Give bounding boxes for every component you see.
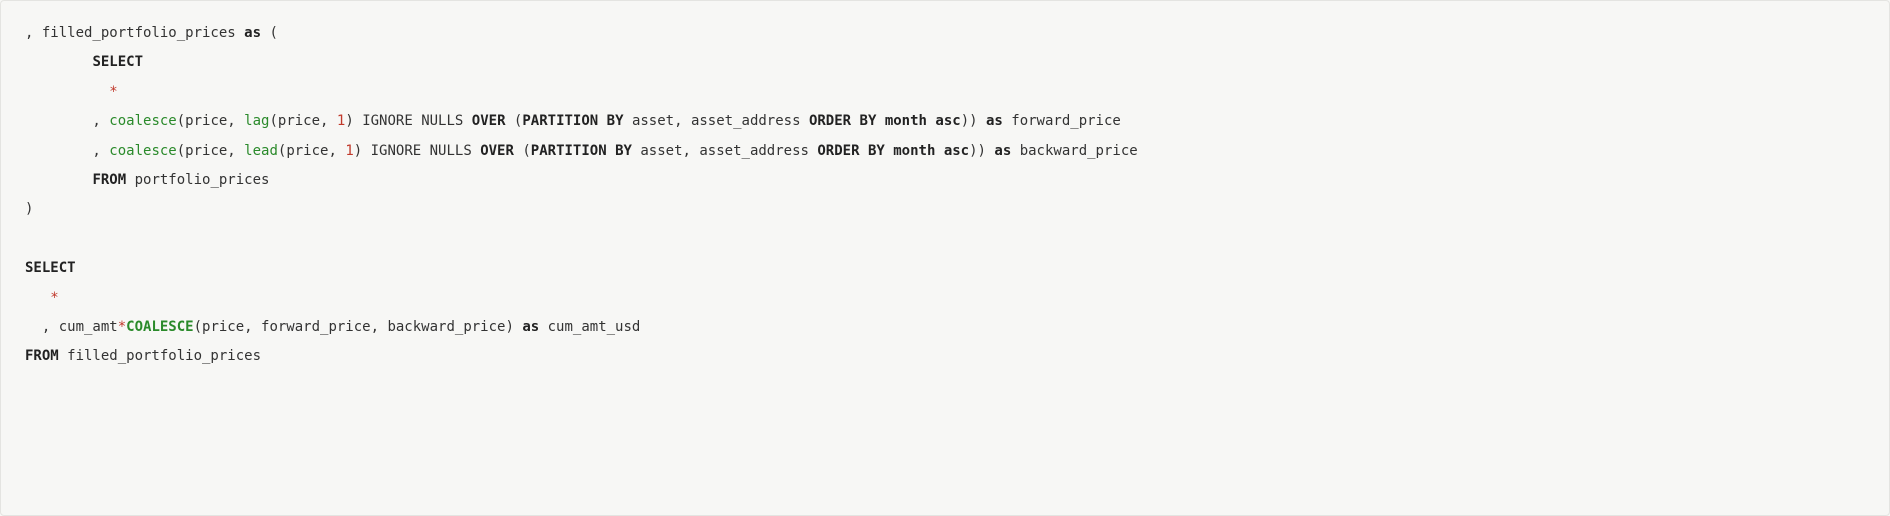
code-token: asset, asset_address: [632, 143, 817, 159]
code-token: lead: [244, 143, 278, 159]
code-token: *: [50, 290, 58, 306]
code-token: cum_amt_usd: [539, 319, 640, 335]
code-token: [876, 113, 884, 129]
code-token: coalesce: [109, 143, 176, 159]
code-token: ORDER BY: [817, 143, 884, 159]
code-token: forward_price: [1003, 113, 1121, 129]
code-token: ORDER BY: [809, 113, 876, 129]
code-token: , cum_amt: [25, 319, 118, 335]
code-token: (: [514, 143, 531, 159]
code-token: )): [961, 113, 986, 129]
code-token: *: [109, 84, 117, 100]
code-token: *: [118, 319, 126, 335]
code-token: coalesce: [109, 113, 176, 129]
code-token: as: [986, 113, 1003, 129]
code-token: (price,: [177, 113, 244, 129]
code-token: PARTITION BY: [522, 113, 623, 129]
code-token: OVER: [472, 113, 506, 129]
code-token: as: [522, 319, 539, 335]
code-token: portfolio_prices: [126, 172, 269, 188]
sql-code: , filled_portfolio_prices as ( SELECT * …: [25, 25, 1138, 364]
code-token: [885, 143, 893, 159]
sql-code-block: , filled_portfolio_prices as ( SELECT * …: [0, 0, 1890, 516]
code-token: PARTITION BY: [531, 143, 632, 159]
code-token: , filled_portfolio_prices: [25, 25, 244, 41]
code-token: (price,: [269, 113, 336, 129]
code-token: as: [994, 143, 1011, 159]
code-token: )): [969, 143, 994, 159]
code-token: ,: [25, 143, 109, 159]
code-token: (price,: [177, 143, 244, 159]
code-token: month asc: [893, 143, 969, 159]
code-token: month asc: [885, 113, 961, 129]
code-token: [25, 84, 109, 100]
code-token: filled_portfolio_prices: [59, 348, 261, 364]
code-token: (: [261, 25, 278, 41]
code-token: SELECT: [92, 54, 143, 70]
code-token: ) IGNORE NULLS: [345, 113, 471, 129]
code-token: ) IGNORE NULLS: [354, 143, 480, 159]
code-token: lag: [244, 113, 269, 129]
code-token: COALESCE: [126, 319, 193, 335]
code-token: OVER: [480, 143, 514, 159]
code-token: [25, 290, 50, 306]
code-token: FROM: [25, 348, 59, 364]
code-token: [25, 54, 92, 70]
code-token: FROM: [92, 172, 126, 188]
code-token: ): [25, 201, 33, 217]
code-token: SELECT: [25, 260, 76, 276]
code-token: [25, 172, 92, 188]
code-token: backward_price: [1011, 143, 1137, 159]
code-token: (price, forward_price, backward_price): [194, 319, 523, 335]
code-token: (: [506, 113, 523, 129]
code-token: (price,: [278, 143, 345, 159]
code-token: as: [244, 25, 261, 41]
code-token: ,: [25, 113, 109, 129]
code-token: asset, asset_address: [624, 113, 809, 129]
code-token: 1: [345, 143, 353, 159]
